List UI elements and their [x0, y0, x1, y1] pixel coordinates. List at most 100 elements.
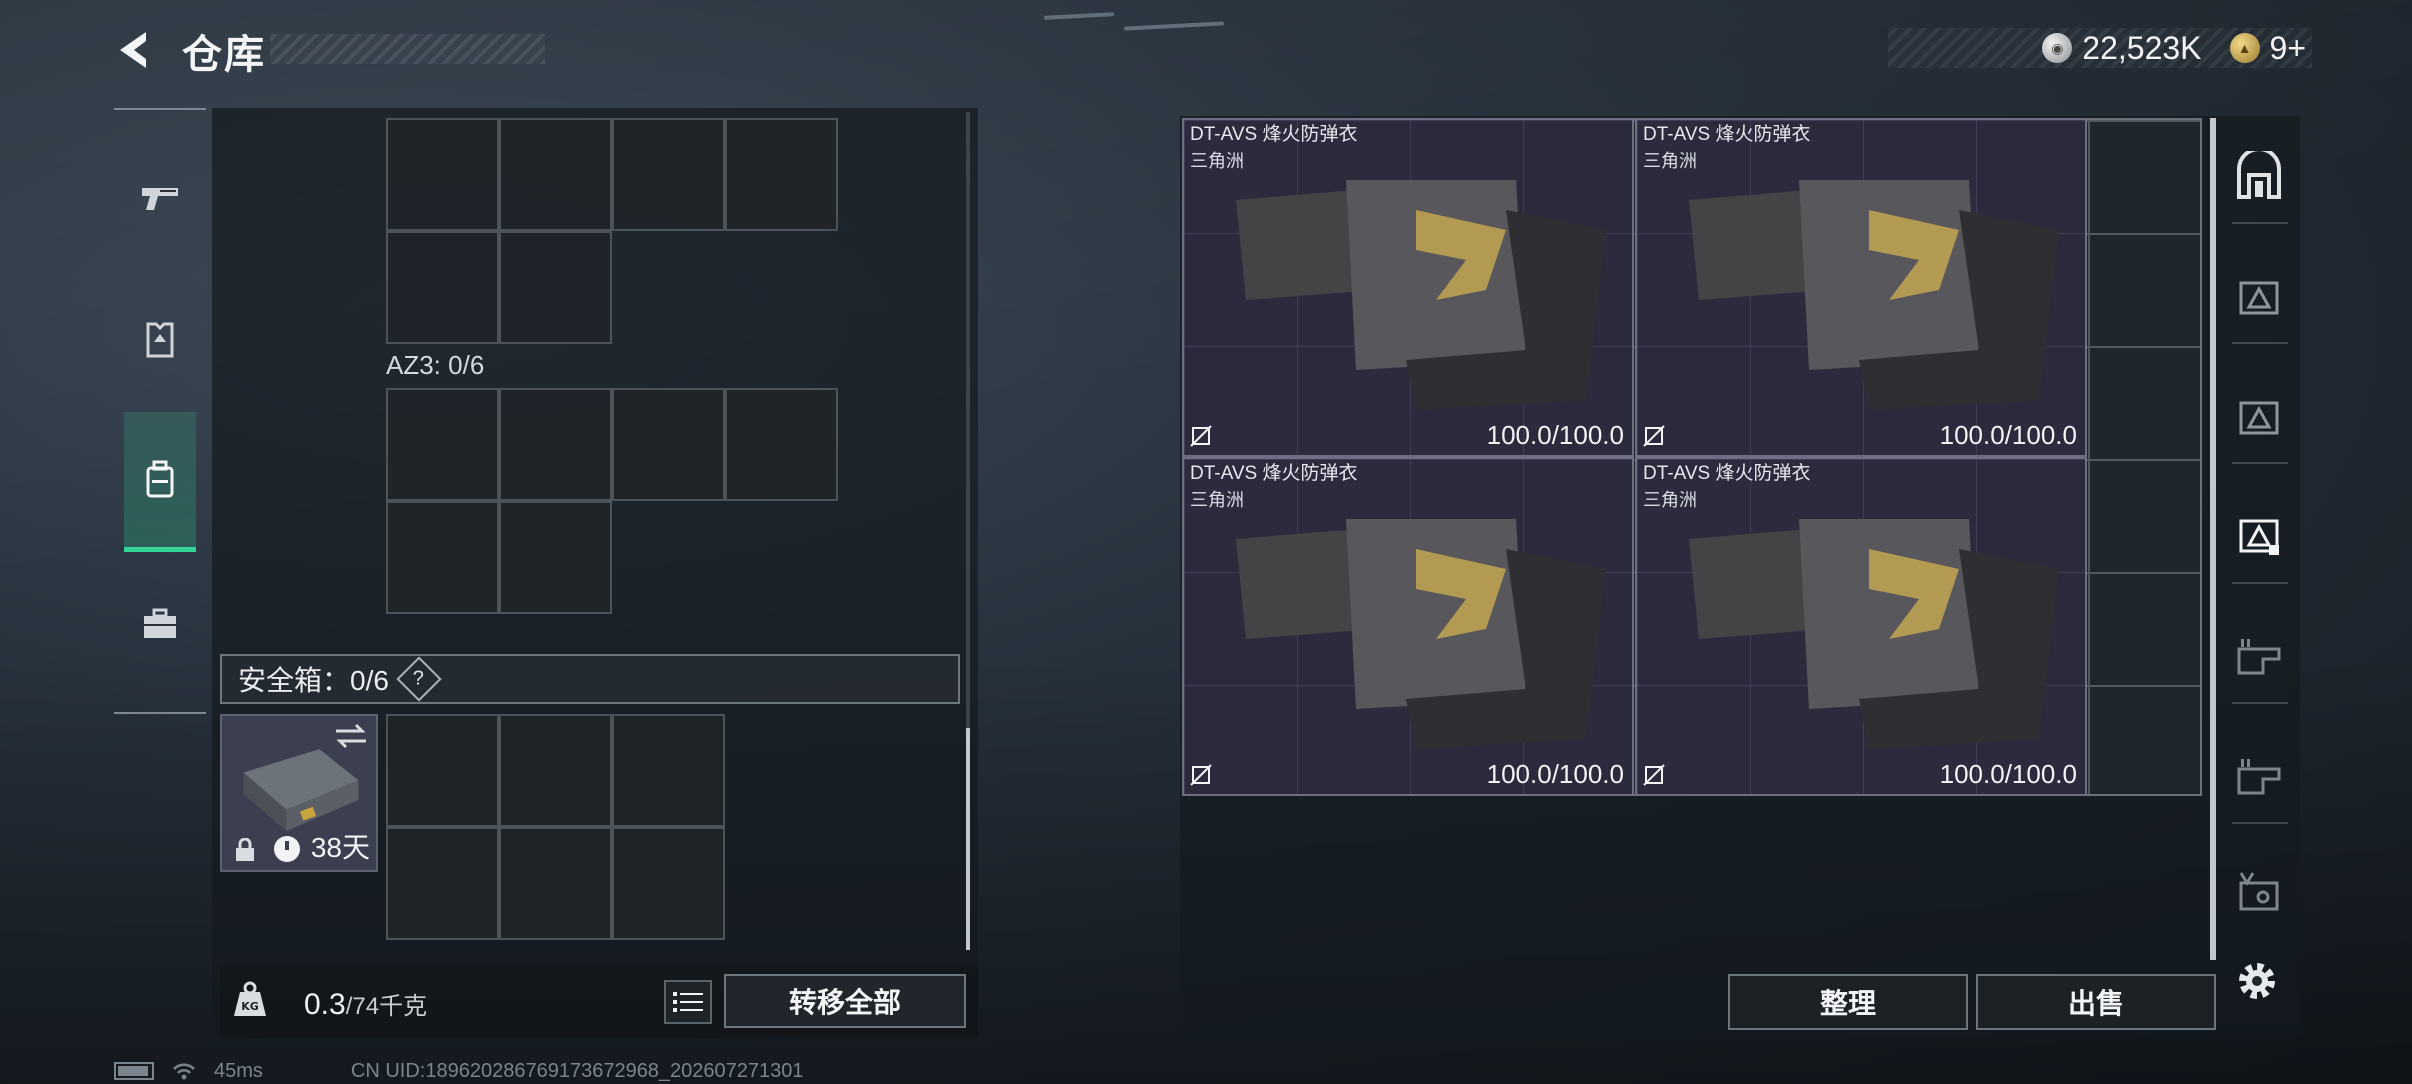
- stash-tab-2[interactable]: [2222, 382, 2296, 452]
- tab-equipment[interactable]: [124, 270, 196, 410]
- stash-page-icon: [2239, 401, 2279, 435]
- clock-icon: [274, 836, 300, 862]
- tab-weapons[interactable]: [124, 128, 196, 268]
- list-view-button[interactable]: [664, 980, 712, 1024]
- page-title: 仓库: [182, 33, 266, 77]
- item-durability: 100.0/100.0: [1486, 759, 1624, 789]
- category-tab-bar: [114, 108, 206, 714]
- stash-ext-icon: [2237, 639, 2281, 675]
- item-durability: 100.0/100.0: [1486, 420, 1624, 450]
- tab-backpack[interactable]: [124, 412, 196, 552]
- body-armor-image: [1689, 180, 2059, 410]
- lock-icon: [236, 838, 254, 861]
- divider: [2232, 582, 2288, 584]
- grid-cell[interactable]: [499, 827, 612, 940]
- currency-bar: ◉ 22,523K ▲ 9+: [1888, 28, 2312, 68]
- no-insure-icon: [1643, 764, 1665, 786]
- body-armor-image: [1236, 519, 1606, 749]
- item-name: DT-AVS 烽火防弹衣: [1643, 124, 1811, 145]
- safe-case-slot[interactable]: 38天: [220, 714, 378, 872]
- settings-gear-icon[interactable]: [2232, 956, 2282, 1006]
- grid-cell[interactable]: [612, 827, 725, 940]
- battery-icon: [114, 1062, 154, 1080]
- swap-icon[interactable]: [334, 722, 368, 750]
- no-insure-icon: [1190, 425, 1212, 447]
- divider: [2232, 222, 2288, 224]
- safe-box-header: 安全箱：0/6 ?: [220, 654, 960, 704]
- help-icon[interactable]: ?: [396, 656, 442, 702]
- case-remaining-days: 38天: [310, 832, 370, 863]
- grid-cell[interactable]: [386, 714, 499, 827]
- item-origin: 三角洲: [1643, 151, 1697, 171]
- item-durability: 100.0/100.0: [1939, 759, 2077, 789]
- item-origin: 三角洲: [1190, 151, 1244, 171]
- pistol-icon: [142, 188, 178, 210]
- body-armor-image: [1689, 519, 2059, 749]
- grid-cell[interactable]: [499, 388, 612, 501]
- no-insure-icon: [1190, 764, 1212, 786]
- grid-cell[interactable]: [386, 231, 499, 344]
- grid-cell[interactable]: [612, 388, 725, 501]
- stash-tab-6[interactable]: [2222, 858, 2296, 928]
- item-name: DT-AVS 烽火防弹衣: [1190, 124, 1358, 145]
- weight-bar: KG 0.3/74千克 转移全部: [220, 964, 978, 1038]
- grid-cell[interactable]: [386, 827, 499, 940]
- list-icon: [673, 992, 703, 1012]
- tab-toolbox[interactable]: [124, 554, 196, 694]
- grid-cell[interactable]: [612, 118, 725, 231]
- weight-readout: 0.3/74千克: [304, 988, 428, 1021]
- left-scrollbar-thumb[interactable]: [966, 728, 970, 950]
- az3-capacity-label: AZ3: 0/6: [386, 350, 485, 380]
- grid-cell[interactable]: [499, 231, 612, 344]
- sort-button[interactable]: 整理: [1728, 974, 1968, 1030]
- stash-tab-all[interactable]: [2222, 142, 2296, 212]
- grid-cell[interactable]: [499, 501, 612, 614]
- stash-tab-5[interactable]: [2222, 740, 2296, 810]
- grid-cell[interactable]: [386, 388, 499, 501]
- divider: [2232, 702, 2288, 704]
- gold-currency-value: 9+: [2269, 29, 2306, 66]
- user-uid: CN UID:18962028676917367296​8_2026072713…: [350, 1059, 804, 1082]
- item-origin: 三角洲: [1190, 490, 1244, 510]
- az3-grid: [386, 388, 838, 614]
- stash-tab-4[interactable]: [2222, 620, 2296, 690]
- backpack-grid-upper: [386, 118, 838, 344]
- grid-cell[interactable]: [725, 118, 838, 231]
- right-scrollbar[interactable]: [2210, 118, 2216, 960]
- item-name: DT-AVS 烽火防弹衣: [1643, 463, 1811, 484]
- weight-icon: KG: [234, 981, 266, 1016]
- grid-cell[interactable]: [499, 118, 612, 231]
- item-origin: 三角洲: [1643, 490, 1697, 510]
- stash-page-icon: [2239, 281, 2279, 315]
- ping-value: 45ms: [214, 1059, 263, 1082]
- grid-cell[interactable]: [612, 714, 725, 827]
- transfer-all-button[interactable]: 转移全部: [724, 974, 966, 1028]
- svg-text:KG: KG: [241, 1000, 259, 1013]
- no-insure-icon: [1643, 425, 1665, 447]
- stash-vip-icon: [2239, 872, 2279, 911]
- armor-item[interactable]: DT-AVS 烽火防弹衣 三角洲 100.0/100.0: [1182, 118, 1634, 457]
- silver-currency-value: 22,523K: [2082, 29, 2202, 66]
- armor-item[interactable]: DT-AVS 烽火防弹衣 三角洲 100.0/100.0: [1635, 457, 2087, 796]
- backpack-icon: [146, 460, 174, 497]
- grid-cell[interactable]: [725, 388, 838, 501]
- grid-cell[interactable]: [386, 118, 499, 231]
- stash-tab-3-active[interactable]: [2222, 500, 2296, 570]
- stash-home-icon: [2237, 151, 2281, 199]
- divider: [2232, 462, 2288, 464]
- armor-icon: [146, 322, 174, 358]
- armor-item[interactable]: DT-AVS 烽火防弹衣 三角洲 100.0/100.0: [1635, 118, 2087, 457]
- stash-page-active-icon: [2239, 519, 2279, 555]
- armor-item[interactable]: DT-AVS 烽火防弹衣 三角洲 100.0/100.0: [1182, 457, 1634, 796]
- grid-cell[interactable]: [499, 714, 612, 827]
- stash-tab-1[interactable]: [2222, 262, 2296, 332]
- divider: [2232, 342, 2288, 344]
- divider: [2232, 822, 2288, 824]
- stash-ext-icon: [2237, 759, 2281, 795]
- grid-cell[interactable]: [386, 501, 499, 614]
- safe-box-grid: [386, 714, 725, 940]
- title-decoration: [270, 34, 545, 64]
- back-arrow-icon[interactable]: [112, 28, 160, 72]
- gold-coin-icon: ▲: [2229, 33, 2260, 63]
- sell-button[interactable]: 出售: [1976, 974, 2216, 1030]
